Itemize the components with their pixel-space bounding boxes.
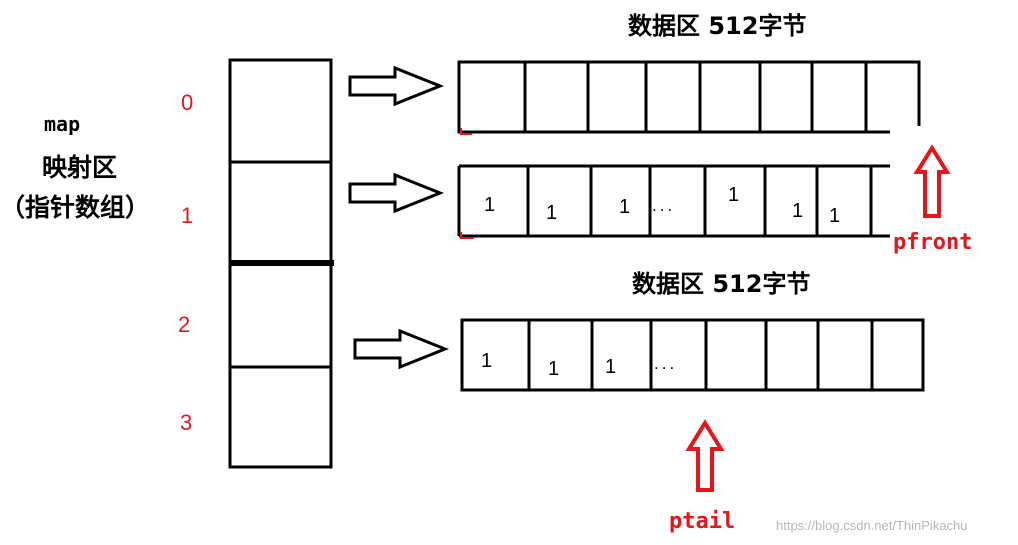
cell-value: 1 [484, 194, 496, 216]
buffer-row-2 [460, 318, 925, 392]
cell-value: 1 [792, 200, 804, 222]
map-index-3: 3 [180, 410, 193, 435]
map-index-1: 1 [181, 203, 194, 228]
map-index-2: 2 [178, 312, 191, 337]
ptail-label: ptail [669, 509, 736, 534]
map-arrows [348, 65, 450, 370]
cell-value: 1 [728, 184, 740, 206]
ptail-up-arrow-icon [685, 419, 725, 492]
cell-value: 1 [829, 205, 841, 227]
buffer-row-0 [457, 60, 921, 134]
cell-value: 1 [548, 358, 560, 380]
buffer-row-0-outline [457, 60, 921, 134]
buffer-row-2-outline [460, 318, 925, 392]
corner-marks [460, 128, 474, 239]
map-title: map [44, 112, 81, 136]
map-subtitle: 映射区 [42, 153, 118, 182]
pfront-up-arrow-icon [913, 144, 951, 218]
right-arrow-icon [348, 65, 445, 107]
cell-ellipsis: ... [654, 354, 678, 373]
map-index-0: 0 [181, 90, 194, 115]
right-arrow-icon [353, 328, 450, 370]
diagram-canvas [228, 58, 951, 492]
map-subtitle-note: （指针数组） [0, 193, 151, 222]
cell-ellipsis: ... [652, 196, 676, 215]
right-arrow-icon [348, 172, 445, 214]
cell-value: 1 [605, 356, 617, 378]
watermark-text: https://blog.csdn.net/ThinPikachu [776, 518, 968, 533]
pfront-label: pfront [893, 230, 973, 255]
cell-value: 1 [619, 196, 631, 218]
cell-value: 1 [546, 202, 558, 224]
buffer-header-mid: 数据区 512字节 [632, 270, 811, 298]
buffer-header-top: 数据区 512字节 [628, 12, 807, 40]
cell-value: 1 [481, 350, 493, 372]
map-array [228, 58, 334, 469]
